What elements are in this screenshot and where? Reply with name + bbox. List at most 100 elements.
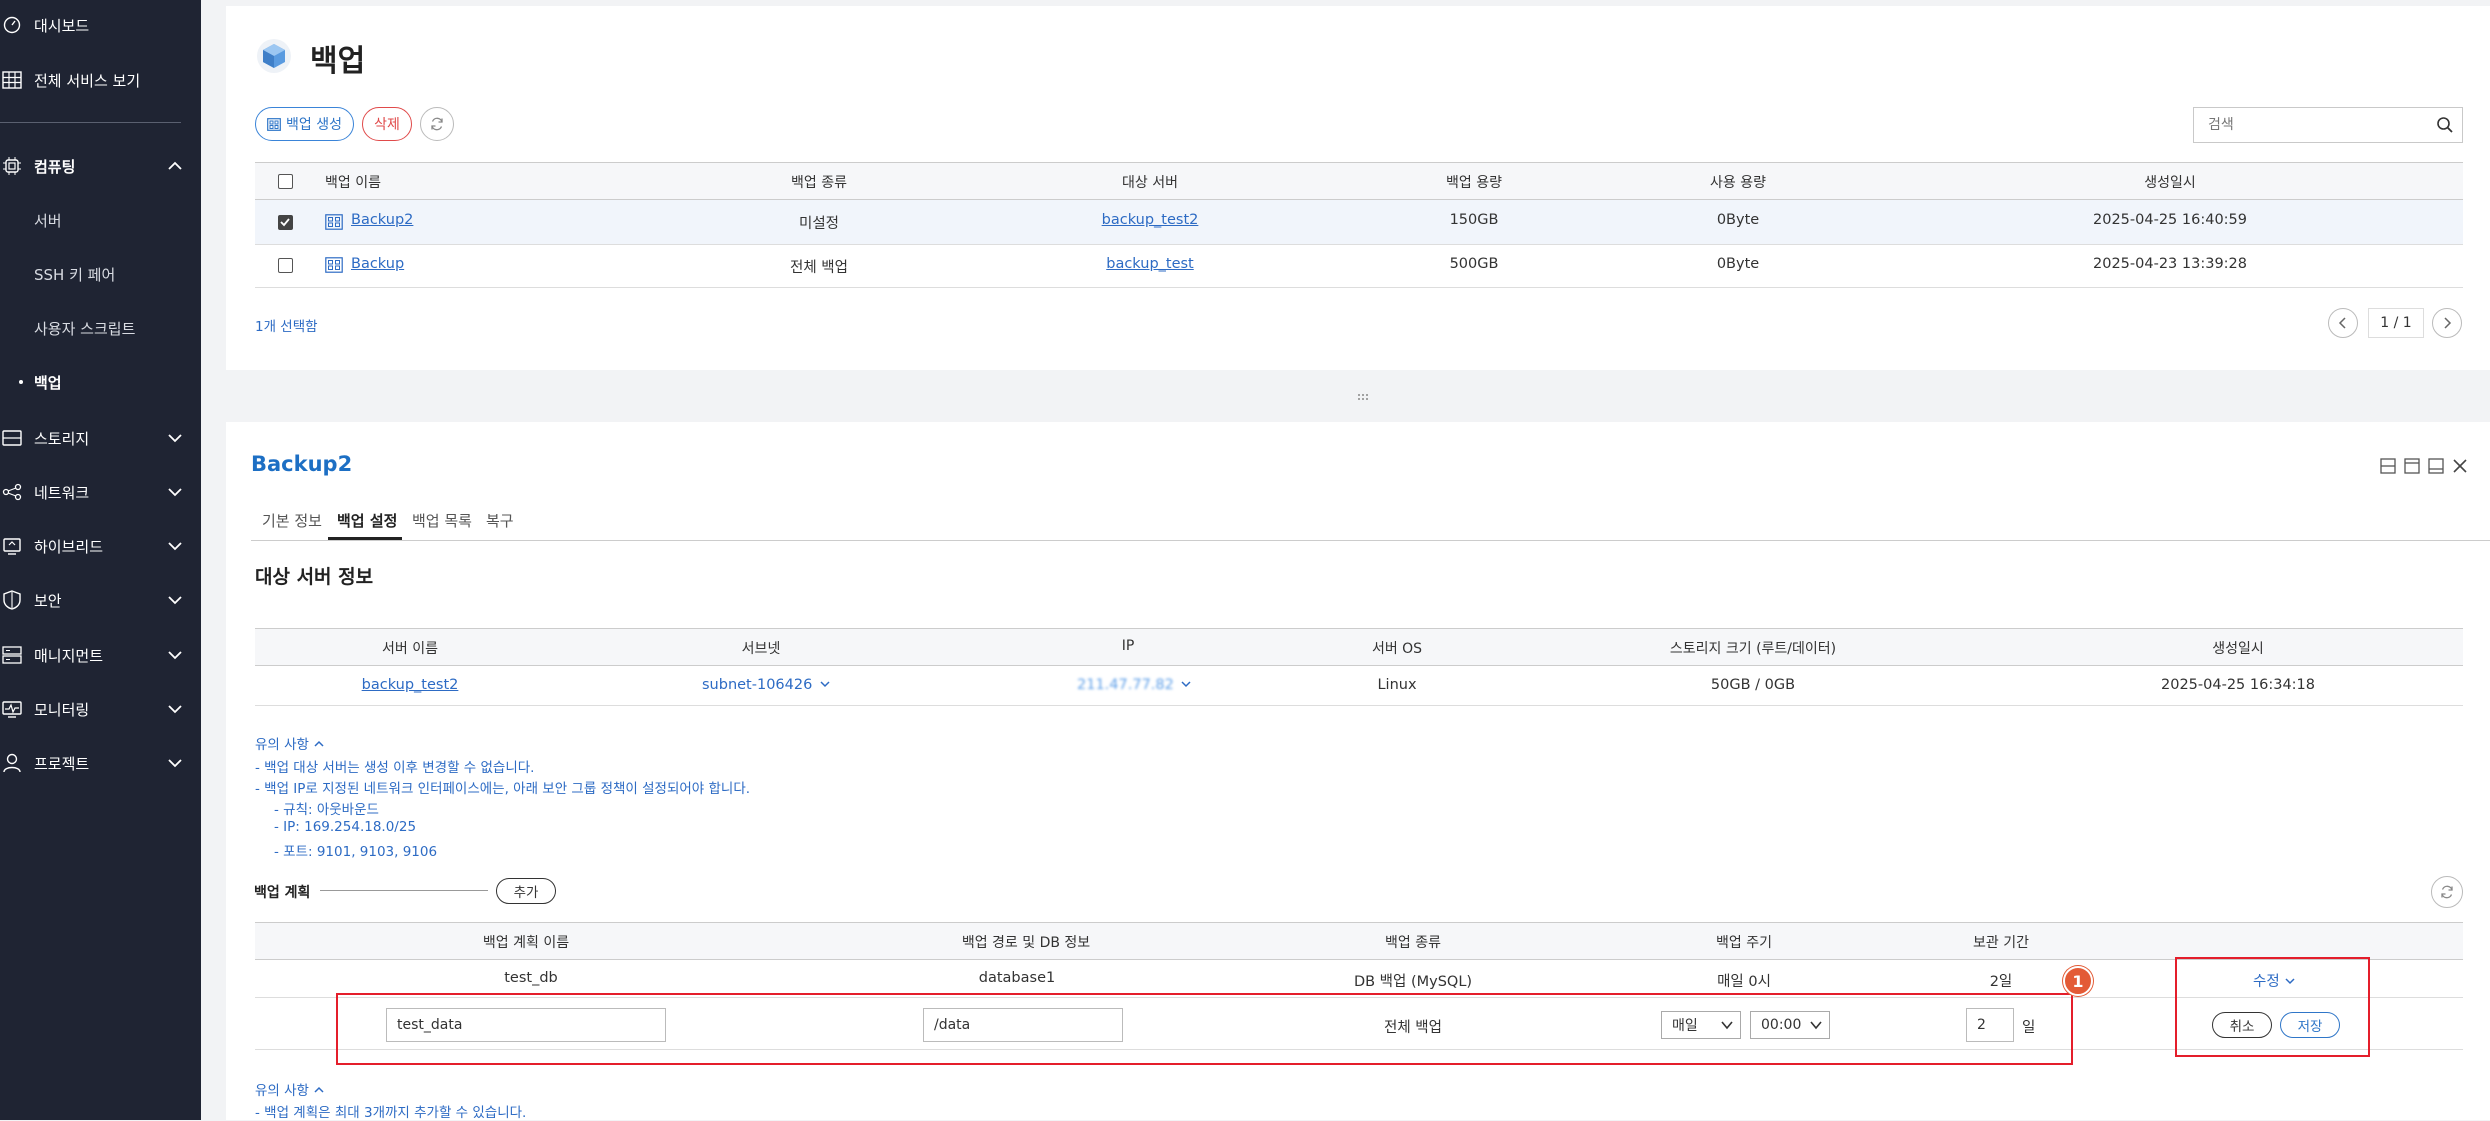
row-checkbox[interactable]	[278, 215, 293, 230]
selected-count: 1개 선택함	[255, 319, 318, 335]
split-top-icon[interactable]	[2404, 458, 2420, 474]
backup-name-link[interactable]: Backup	[351, 256, 404, 272]
notice2-toggle[interactable]: 유의 사항	[255, 1079, 325, 1099]
chevron-up-icon	[314, 1086, 324, 1093]
col-header: 백업 계획 이름	[482, 935, 570, 951]
sidebar-item-computing[interactable]: 컴퓨팅	[0, 146, 201, 186]
tab-backup-settings[interactable]: 백업 설정	[337, 510, 397, 531]
detail-title: Backup2	[251, 452, 353, 476]
plan-refresh-button[interactable]	[2431, 876, 2463, 908]
sidebar-item-label: 보안	[34, 591, 62, 610]
tab-restore[interactable]: 복구	[486, 510, 514, 531]
create-backup-button[interactable]: 백업 생성	[255, 107, 354, 141]
add-plan-button[interactable]: 추가	[496, 878, 556, 904]
refresh-button[interactable]	[420, 107, 454, 141]
management-icon	[2, 645, 22, 665]
server-table-header	[255, 628, 2463, 666]
sidebar-sub-server[interactable]: 서버	[34, 210, 62, 231]
target-server-link[interactable]: backup_test	[1106, 256, 1194, 272]
notice-line: - IP: 169.254.18.0/25	[274, 819, 417, 835]
plan-type: DB 백업 (MySQL)	[1353, 974, 1473, 990]
refresh-icon	[431, 117, 443, 131]
chevron-right-icon	[2444, 317, 2452, 329]
plan-retention: 2일	[1989, 974, 2013, 990]
col-header: IP	[1121, 638, 1135, 654]
notice-line: - 규칙: 아웃바운드	[274, 802, 379, 818]
sidebar-item-label: 대시보드	[34, 16, 90, 35]
server-name-link[interactable]: backup_test2	[362, 677, 459, 693]
section-title: 대상 서버 정보	[255, 566, 374, 588]
page-title: 백업	[310, 44, 366, 79]
close-icon[interactable]	[2452, 458, 2468, 474]
col-header: 백업 경로 및 DB 정보	[961, 935, 1091, 951]
select-all-checkbox[interactable]	[278, 174, 293, 189]
notice-line: - 백업 대상 서버는 생성 이후 변경할 수 없습니다.	[255, 760, 535, 776]
sidebar-item-label: 네트워크	[34, 483, 90, 502]
highlight-box-edit-row	[336, 993, 2073, 1065]
storage-size: 50GB / 0GB	[1710, 677, 1796, 693]
check-icon	[280, 218, 290, 227]
sidebar-sub-user-script[interactable]: 사용자 스크립트	[34, 318, 135, 339]
chevron-up-icon	[314, 740, 324, 747]
sidebar-sub-ssh-keypair[interactable]: SSH 키 페어	[34, 264, 115, 285]
search-input[interactable]	[2194, 108, 2414, 142]
notice-line: - 포트: 9101, 9103, 9106	[274, 844, 438, 860]
sidebar-item-management[interactable]: 매니지먼트	[0, 635, 201, 675]
drag-handle-icon[interactable]	[1357, 393, 1369, 401]
ip-dropdown[interactable]: 211.47.77.82	[1077, 677, 1192, 693]
server-created-at: 2025-04-25 16:34:18	[2161, 677, 2315, 693]
search-icon[interactable]	[2436, 116, 2454, 134]
delete-button[interactable]: 삭제	[362, 107, 412, 141]
created-at: 2025-04-23 13:39:28	[2093, 256, 2247, 272]
sidebar-item-storage[interactable]: 스토리지	[0, 418, 201, 458]
subnet-dropdown[interactable]: subnet-106426	[702, 677, 831, 693]
chevron-down-icon	[820, 681, 830, 688]
col-header: 백업 용량	[1446, 175, 1502, 191]
used-size: 0Byte	[1716, 256, 1760, 272]
row-checkbox[interactable]	[278, 258, 293, 273]
target-server-link[interactable]: backup_test2	[1102, 212, 1199, 228]
dashboard-icon	[2, 15, 22, 35]
sidebar-divider	[0, 122, 181, 123]
sidebar-sub-backup[interactable]: 백업	[34, 372, 62, 393]
sidebar-item-network[interactable]: 네트워크	[0, 472, 201, 512]
next-page-button[interactable]	[2432, 308, 2462, 338]
notice-toggle[interactable]: 유의 사항	[255, 733, 325, 753]
sidebar-item-security[interactable]: 보안	[0, 580, 201, 620]
tab-backup-list[interactable]: 백업 목록	[412, 510, 472, 531]
user-icon	[2, 753, 22, 773]
server-os: Linux	[1377, 677, 1417, 693]
col-header: 보관 기간	[1973, 935, 2029, 951]
notice2-head: 유의 사항	[255, 1083, 309, 1099]
col-header: 백업 이름	[325, 175, 381, 191]
panel-resize-bar[interactable]	[201, 380, 2490, 412]
split-bottom-icon[interactable]	[2428, 458, 2444, 474]
cpu-icon	[2, 156, 22, 176]
plan-name: test_db	[504, 970, 558, 986]
sidebar-item-label: 모니터링	[34, 700, 90, 719]
sidebar-item-monitoring[interactable]: 모니터링	[0, 689, 201, 729]
plan-table-header	[255, 922, 2463, 960]
col-header: 서브넷	[741, 641, 781, 657]
chevron-down-icon	[168, 759, 182, 768]
prev-page-button[interactable]	[2328, 308, 2358, 338]
backup-icon	[325, 257, 343, 273]
backup-type: 전체 백업	[790, 260, 848, 276]
search-box	[2193, 107, 2463, 143]
sidebar-item-label: 하이브리드	[34, 537, 104, 556]
highlight-box-actions	[2175, 957, 2370, 1057]
backup-name-link[interactable]: Backup2	[351, 212, 413, 228]
sidebar-item-all-services[interactable]: 전체 서비스 보기	[0, 60, 201, 100]
sidebar-item-hybrid[interactable]: 하이브리드	[0, 526, 201, 566]
hybrid-icon	[2, 536, 22, 556]
backup-table-header	[255, 162, 2463, 200]
backup-icon	[325, 214, 343, 230]
chevron-up-icon	[168, 161, 182, 170]
sidebar-item-dashboard[interactable]: 대시보드	[0, 5, 201, 45]
tab-basic-info[interactable]: 기본 정보	[262, 510, 322, 531]
chevron-down-icon	[168, 542, 182, 551]
split-horizontal-icon[interactable]	[2380, 458, 2396, 474]
sidebar-item-project[interactable]: 프로젝트	[0, 743, 201, 783]
plan-divider	[320, 890, 488, 891]
active-tab-indicator	[328, 537, 402, 540]
